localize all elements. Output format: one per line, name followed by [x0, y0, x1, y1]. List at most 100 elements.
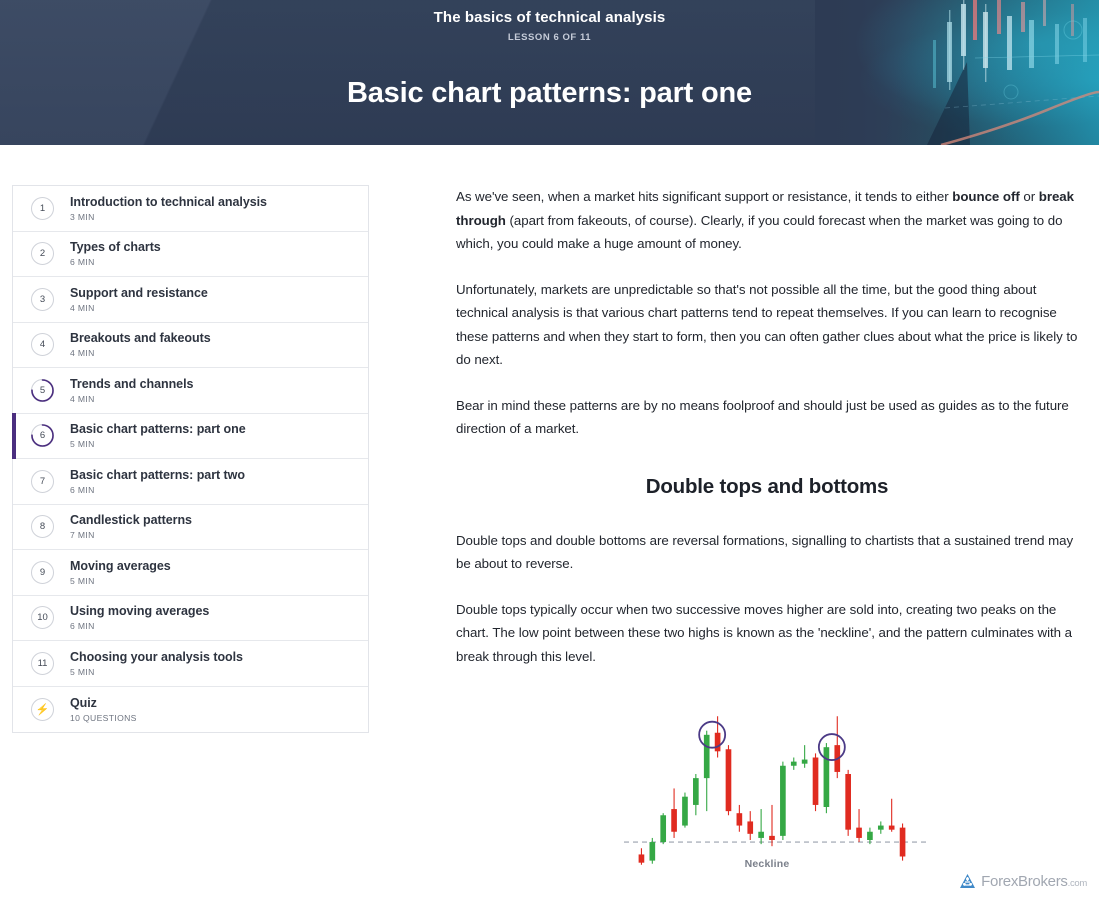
sidebar-item-8[interactable]: 8 Candlestick patterns 7 MIN: [13, 504, 368, 550]
watermark: ForexBrokers.com: [959, 873, 1087, 890]
sidebar-item-label: Basic chart patterns: part two: [70, 467, 245, 482]
lesson-number-badge: 1: [31, 196, 54, 220]
sidebar-item-text: Support and resistance 4 MIN: [70, 285, 208, 314]
watermark-tld: .com: [1067, 878, 1088, 889]
candle: [888, 798, 895, 832]
sidebar-item-3[interactable]: 3 Support and resistance 4 MIN: [13, 277, 368, 323]
sidebar-item-4[interactable]: 4 Breakouts and fakeouts 4 MIN: [13, 322, 368, 368]
sidebar-item-label: Support and resistance: [70, 285, 208, 300]
sidebar-item-label: Choosing your analysis tools: [70, 649, 243, 664]
sidebar-item-text: Choosing your analysis tools 5 MIN: [70, 649, 243, 678]
sidebar-item-label: Candlestick patterns: [70, 513, 192, 528]
lesson-number: 6: [39, 430, 46, 442]
sidebar-item-duration: 4 MIN: [70, 393, 95, 404]
sidebar-item-2[interactable]: 2 Types of charts 6 MIN: [13, 231, 368, 277]
lesson-number-badge: 11: [31, 651, 54, 675]
candle: [834, 716, 841, 779]
lesson-number: 3: [39, 293, 46, 305]
lesson-number: 7: [39, 475, 46, 487]
paragraph-1-part-a: As we've seen, when a market hits signif…: [456, 189, 953, 204]
candle: [769, 804, 775, 847]
sidebar-item-duration: 5 MIN: [70, 439, 95, 450]
watermark-brand: ForexBrokers: [981, 873, 1068, 890]
lesson-number: 9: [39, 566, 46, 578]
lesson-number: 2: [39, 248, 46, 260]
lesson-number: 4: [39, 339, 46, 351]
lesson-number-badge: 3: [31, 287, 54, 311]
sidebar-item-duration: 3 MIN: [70, 211, 95, 222]
candle: [671, 788, 677, 838]
lesson-number-badge: 6: [31, 424, 54, 448]
sidebar-item-duration: 5 MIN: [70, 575, 95, 586]
candle: [747, 811, 754, 840]
candle: [856, 809, 862, 843]
lightning-bolt-icon: ⚡: [31, 697, 54, 721]
sidebar-item-duration: 7 MIN: [70, 530, 95, 541]
lesson-number-badge: 4: [31, 333, 54, 357]
candle: [812, 753, 819, 812]
forexbrokers-triangle-logo: [960, 874, 976, 888]
sidebar-item-text: Candlestick patterns 7 MIN: [70, 512, 192, 541]
candle: [845, 769, 851, 836]
candle: [693, 774, 699, 816]
lesson-header: The basics of technical analysis LESSON …: [0, 0, 1099, 145]
sidebar-item-text: Breakouts and fakeouts 4 MIN: [70, 330, 211, 359]
sidebar-item-label: Quiz: [70, 695, 97, 710]
paragraph-4: Double tops and double bottoms are rever…: [456, 532, 1074, 572]
sidebar-item-text: Using moving averages 6 MIN: [70, 603, 209, 632]
sidebar-item-text: Quiz 10 QUESTIONS: [70, 695, 137, 724]
lesson-number: 1: [39, 202, 46, 214]
peak-2-annotation-circle: [817, 733, 846, 761]
lesson-number-badge: 5: [31, 378, 54, 402]
candle: [899, 823, 906, 861]
candle: [703, 730, 710, 812]
page-body: 1 Introduction to technical analysis 3 MIN…: [0, 145, 1099, 900]
lesson-number-badge: 2: [31, 242, 54, 266]
sidebar-item-text: Trends and channels 4 MIN: [70, 376, 193, 405]
double-top-candlestick-chart: Neckline: [456, 698, 1078, 900]
candle: [758, 809, 764, 845]
candle: [780, 761, 786, 840]
candle: [736, 804, 743, 832]
candle: [682, 792, 688, 828]
sidebar-item-7[interactable]: 7 Basic chart patterns: part two 6 MIN: [13, 459, 368, 505]
sidebar-item-label: Introduction to technical analysis: [70, 194, 267, 209]
sidebar-item-6[interactable]: 6 Basic chart patterns: part one 5 MIN: [12, 412, 368, 459]
sidebar-item-quiz[interactable]: ⚡ Quiz 10 QUESTIONS: [13, 686, 368, 732]
section-heading: Double tops and bottoms: [645, 474, 889, 498]
sidebar-item-duration: 5 MIN: [70, 666, 95, 677]
sidebar-item-label: Moving averages: [70, 558, 171, 573]
sidebar-item-text: Introduction to technical analysis 3 MIN: [70, 194, 267, 223]
sidebar-item-1[interactable]: 1 Introduction to technical analysis 3 MIN: [13, 186, 368, 232]
lesson-number: 8: [39, 521, 46, 533]
sidebar-item-5[interactable]: 5 Trends and channels 4 MIN: [13, 368, 368, 414]
sidebar-item-text: Moving averages 5 MIN: [70, 558, 171, 587]
lesson-number-badge: 7: [31, 469, 54, 493]
candle: [725, 745, 732, 816]
candle: [790, 757, 797, 770]
sidebar-item-10[interactable]: 10 Using moving averages 6 MIN: [13, 595, 368, 641]
sidebar-item-duration: 6 MIN: [70, 621, 95, 632]
page-title: Basic chart patterns: part one: [347, 77, 752, 109]
neckline-label: Neckline: [744, 858, 790, 870]
sidebar-item-text: Basic chart patterns: part one 5 MIN: [70, 421, 246, 450]
paragraph-1-bold-a: bounce off: [952, 189, 1020, 204]
sidebar-item-label: Using moving averages: [70, 604, 210, 619]
sidebar-item-9[interactable]: 9 Moving averages 5 MIN: [13, 550, 368, 596]
lightning-bolt-glyph: ⚡: [35, 703, 50, 716]
candle: [877, 821, 884, 834]
sidebar-item-11[interactable]: 11 Choosing your analysis tools 5 MIN: [13, 641, 368, 687]
paragraph-3: Bear in mind these patterns are by no me…: [456, 397, 1069, 437]
sidebar-item-text: Types of charts 6 MIN: [70, 239, 161, 268]
paragraph-5: Double tops typically occur when two suc…: [456, 601, 1072, 664]
paragraph-2: Unfortunately, markets are unpredictable…: [456, 281, 1078, 368]
header-text-block: The basics of technical analysis LESSON …: [0, 0, 1099, 111]
sidebar-item-duration: 6 MIN: [70, 484, 95, 495]
paragraph-1-part-b: or: [1019, 189, 1039, 204]
sidebar-item-duration: 6 MIN: [70, 257, 95, 268]
sidebar-item-label: Breakouts and fakeouts: [70, 331, 211, 346]
paragraph-1-part-c: (apart from fakeouts, of course). Clearl…: [456, 212, 1063, 252]
sidebar-item-label: Types of charts: [70, 240, 161, 255]
lesson-number-badge: 10: [31, 606, 54, 630]
sidebar-item-duration: 10 QUESTIONS: [70, 712, 137, 723]
